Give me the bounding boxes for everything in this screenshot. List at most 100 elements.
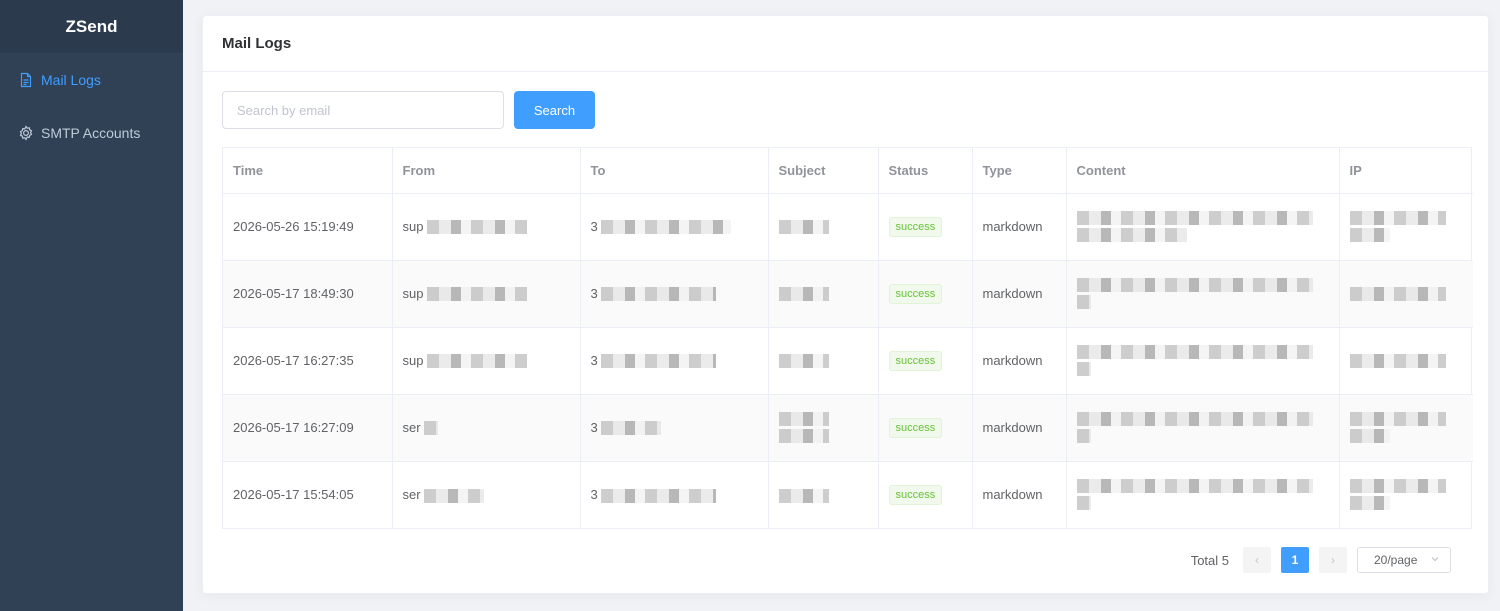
column-header-status[interactable]: Status — [878, 148, 973, 194]
redacted-block — [427, 220, 528, 235]
redacted-block — [1076, 211, 1313, 225]
redacted-block — [1076, 412, 1313, 426]
cell-to-text: 3 — [590, 285, 598, 301]
redacted-block — [427, 354, 528, 369]
cell-ip — [1339, 193, 1473, 261]
redacted-block — [1076, 429, 1091, 443]
cell-type: markdown — [972, 327, 1067, 395]
pagination: Total 5 ‹ 1 › 20/page — [1191, 547, 1451, 573]
table-row[interactable]: 2026-05-17 16:27:35 sup 3 success markdo… — [223, 327, 1473, 395]
cell-to: 3 — [580, 461, 769, 528]
status-badge: success — [888, 484, 943, 505]
table-row[interactable]: 2026-05-17 18:49:30 sup 3 success markdo… — [223, 260, 1473, 328]
search-button[interactable]: Search — [514, 91, 595, 129]
mail-logs-card: Mail Logs Search Time From To Subject St… — [202, 15, 1489, 594]
cell-from: sup — [392, 260, 581, 328]
cell-ip — [1339, 327, 1473, 395]
status-badge: success — [888, 283, 943, 304]
redacted-block — [601, 421, 662, 436]
redacted-block — [601, 287, 717, 302]
table-row[interactable]: 2026-05-17 16:27:09 ser 3 success markdo… — [223, 394, 1473, 462]
cell-ip — [1339, 260, 1473, 328]
status-badge: success — [888, 216, 943, 237]
cell-type: markdown — [972, 461, 1067, 528]
page-size-select[interactable]: 20/page — [1357, 547, 1451, 573]
sidebar-item-label: Mail Logs — [41, 71, 101, 88]
column-header-subject[interactable]: Subject — [768, 148, 879, 194]
column-header-content[interactable]: Content — [1066, 148, 1340, 194]
chevron-down-icon — [1430, 553, 1440, 567]
cell-to-text: 3 — [590, 352, 598, 368]
cell-subject — [768, 461, 879, 528]
cell-from: ser — [392, 394, 581, 462]
cell-type: markdown — [972, 394, 1067, 462]
pagination-total: Total 5 — [1190, 552, 1229, 568]
redacted-block — [778, 429, 829, 443]
cell-to: 3 — [580, 327, 769, 395]
next-page-button[interactable]: › — [1319, 547, 1347, 573]
redacted-block — [1076, 496, 1091, 511]
gear-icon — [18, 124, 34, 141]
table-row[interactable]: 2026-05-17 15:54:05 ser 3 success markdo… — [223, 461, 1473, 528]
redacted-block — [1349, 228, 1390, 242]
cell-content — [1066, 394, 1340, 462]
document-icon — [18, 72, 34, 88]
redacted-block — [778, 354, 829, 369]
redacted-block — [424, 488, 485, 503]
app-title: ZSend — [0, 0, 183, 53]
redacted-block — [1349, 353, 1446, 368]
cell-status: success — [878, 193, 973, 261]
cell-content — [1066, 461, 1340, 528]
redacted-block — [778, 287, 829, 302]
column-header-time[interactable]: Time — [223, 148, 393, 194]
cell-subject — [768, 260, 879, 328]
search-bar: Search — [222, 91, 595, 129]
cell-content — [1066, 193, 1340, 261]
cell-subject — [768, 394, 879, 462]
redacted-block — [1349, 479, 1446, 494]
redacted-block — [601, 354, 717, 369]
column-header-from[interactable]: From — [392, 148, 581, 194]
sidebar-item-mail-logs[interactable]: Mail Logs — [0, 53, 183, 106]
search-input[interactable] — [222, 91, 504, 129]
table-row[interactable]: 2026-05-26 15:19:49 sup 3 success markdo… — [223, 193, 1473, 261]
redacted-block — [1076, 479, 1313, 494]
cell-time: 2026-05-26 15:19:49 — [223, 193, 393, 261]
redacted-block — [427, 287, 528, 302]
column-header-to[interactable]: To — [580, 148, 769, 194]
cell-status: success — [878, 260, 973, 328]
cell-time: 2026-05-17 15:54:05 — [223, 461, 393, 528]
redacted-block — [778, 412, 829, 426]
cell-to: 3 — [580, 193, 769, 261]
page-number-button[interactable]: 1 — [1281, 547, 1309, 573]
cell-time: 2026-05-17 16:27:35 — [223, 327, 393, 395]
redacted-block — [1349, 211, 1446, 225]
prev-page-button[interactable]: ‹ — [1243, 547, 1271, 573]
redacted-block — [778, 488, 829, 503]
status-badge: success — [888, 417, 943, 438]
cell-subject — [768, 193, 879, 261]
redacted-block — [1349, 429, 1390, 443]
cell-from-text: ser — [402, 486, 421, 502]
redacted-block — [424, 421, 439, 436]
cell-to: 3 — [580, 260, 769, 328]
mail-logs-table: Time From To Subject Status Type Content… — [222, 147, 1473, 529]
table-header-row: Time From To Subject Status Type Content… — [223, 148, 1473, 194]
cell-status: success — [878, 461, 973, 528]
cell-type: markdown — [972, 260, 1067, 328]
redacted-block — [778, 220, 829, 235]
cell-ip — [1339, 461, 1473, 528]
cell-from-text: ser — [402, 419, 421, 435]
redacted-block — [1076, 345, 1313, 359]
cell-from: sup — [392, 193, 581, 261]
sidebar-item-smtp-accounts[interactable]: SMTP Accounts — [0, 106, 183, 159]
cell-time: 2026-05-17 18:49:30 — [223, 260, 393, 328]
cell-ip — [1339, 394, 1473, 462]
cell-from: sup — [392, 327, 581, 395]
page-title: Mail Logs — [203, 16, 1488, 72]
cell-to-text: 3 — [590, 419, 598, 435]
redacted-block — [1076, 362, 1091, 376]
column-header-type[interactable]: Type — [972, 148, 1067, 194]
redacted-block — [601, 220, 732, 235]
column-header-ip[interactable]: IP — [1339, 148, 1473, 194]
